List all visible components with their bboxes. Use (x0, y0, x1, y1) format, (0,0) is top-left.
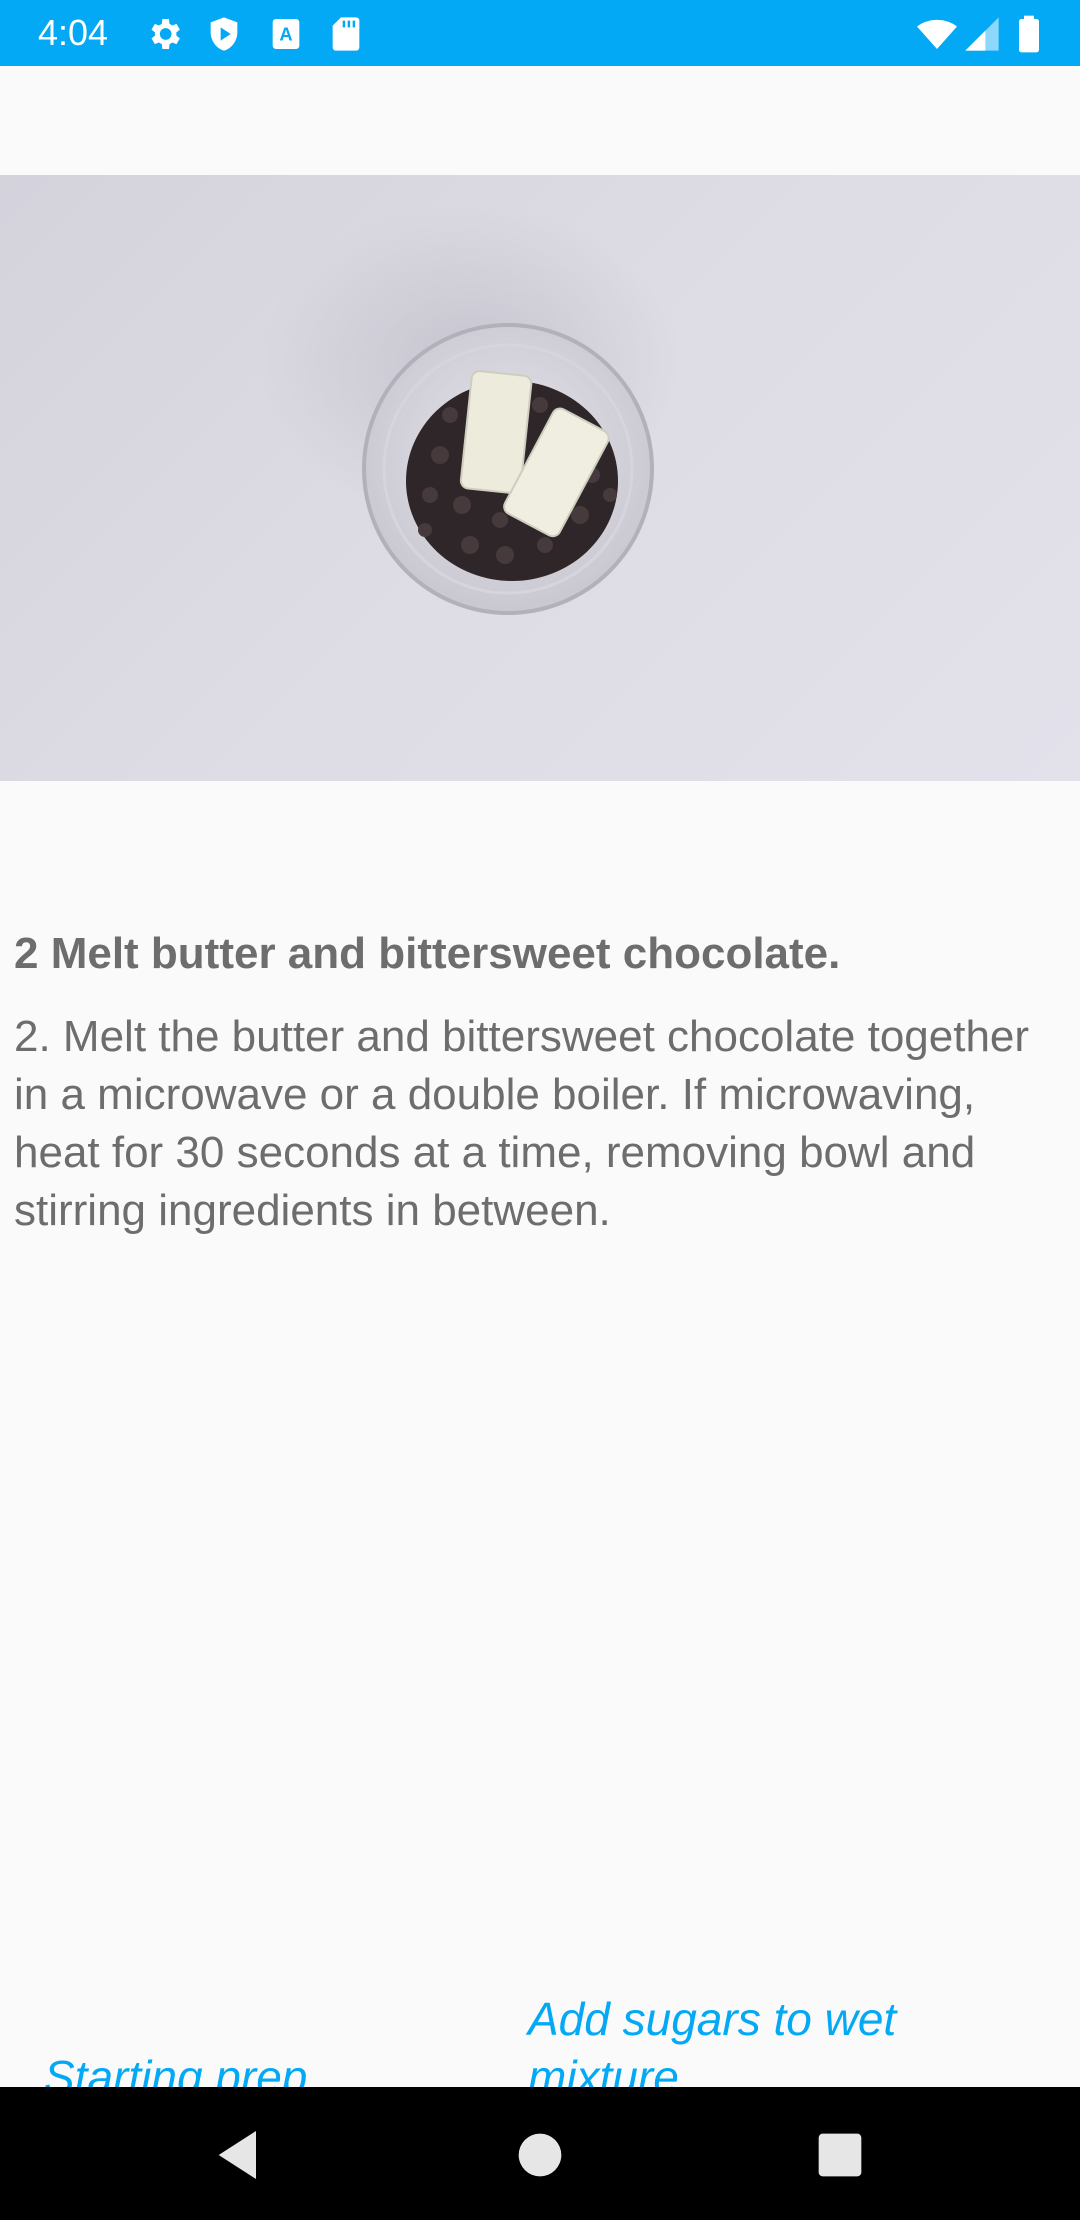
battery-icon (1019, 15, 1039, 53)
signal-icon (965, 17, 999, 51)
a-icon: A (272, 19, 300, 49)
status-bar: 4:04 A (0, 0, 1080, 66)
back-icon[interactable] (208, 2123, 272, 2187)
video-url-text: https://d17h27t6h515a5.cloudfront.net/to… (14, 1328, 1069, 1493)
step-title: 2 Melt butter and bittersweet chocolate. (14, 929, 841, 978)
step-video-player[interactable] (0, 175, 1080, 781)
system-navigation-bar (0, 2087, 1080, 2220)
status-time: 4:04 (38, 12, 109, 53)
step-detail-screen: 2 Melt butter and bittersweet chocolate.… (0, 66, 1080, 2103)
svg-text:A: A (279, 24, 292, 45)
step-description: 2. Melt the butter and bittersweet choco… (14, 1012, 1030, 1235)
home-icon[interactable] (508, 2123, 572, 2187)
recents-icon[interactable] (808, 2123, 872, 2187)
sd-card-icon (332, 17, 360, 51)
shield-play-icon (210, 17, 238, 51)
wifi-icon (917, 19, 957, 49)
gear-icon (151, 19, 180, 49)
step-video-frame (260, 205, 680, 615)
